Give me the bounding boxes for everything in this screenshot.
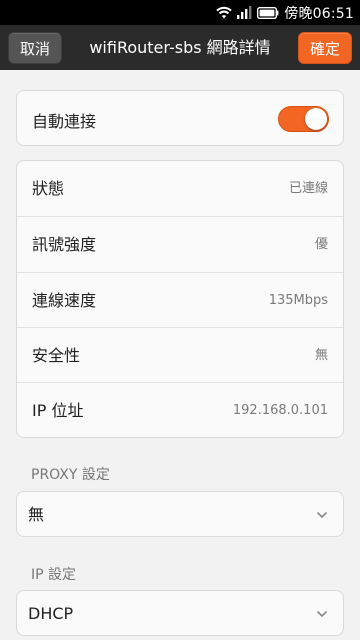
title-bar: 取消 wifiRouter-sbs 網路詳情 確定	[0, 25, 360, 70]
chevron-down-icon	[317, 512, 327, 518]
proxy-select-value: 無	[28, 505, 45, 524]
ip-address-label: IP 位址	[32, 401, 84, 420]
toggle-knob	[305, 108, 327, 130]
cancel-button[interactable]: 取消	[8, 32, 62, 64]
security-label: 安全性	[32, 346, 81, 365]
status-time: 傍晚06:51	[284, 5, 354, 22]
auto-connect-toggle[interactable]	[278, 106, 329, 132]
confirm-button[interactable]: 確定	[298, 32, 352, 64]
status-row: 狀態 已連線	[17, 161, 343, 216]
ip-address-row: IP 位址 192.168.0.101	[17, 382, 343, 437]
auto-connect-card: 自動連接	[16, 90, 344, 146]
link-speed-value: 135Mbps	[268, 293, 328, 308]
signal-strength-row: 訊號強度 優	[17, 216, 343, 271]
auto-connect-label: 自動連接	[32, 112, 97, 131]
wifi-icon	[216, 6, 232, 19]
network-info-card: 狀態 已連線 訊號強度 優 連線速度 135Mbps 安全性 無 IP 位址 1…	[16, 160, 344, 438]
status-label: 狀態	[32, 179, 65, 198]
battery-icon	[257, 6, 279, 19]
security-row: 安全性 無	[17, 327, 343, 382]
link-speed-row: 連線速度 135Mbps	[17, 272, 343, 327]
signal-icon	[237, 6, 252, 19]
proxy-section-label: PROXY 設定	[31, 467, 110, 483]
signal-strength-label: 訊號強度	[32, 235, 97, 254]
proxy-select[interactable]: 無	[16, 491, 344, 537]
ip-address-value: 192.168.0.101	[232, 403, 328, 418]
link-speed-label: 連線速度	[32, 291, 97, 310]
status-icons: 傍晚06:51	[216, 3, 354, 22]
security-value: 無	[314, 348, 328, 363]
status-value: 已連線	[288, 181, 328, 196]
ip-settings-select-value: DHCP	[28, 604, 74, 623]
signal-strength-value: 優	[314, 237, 328, 252]
ip-settings-select[interactable]: DHCP	[16, 590, 344, 636]
status-bar: 傍晚06:51	[0, 0, 360, 25]
page-title: wifiRouter-sbs 網路詳情	[89, 38, 271, 57]
chevron-down-icon	[317, 611, 327, 617]
ip-settings-section-label: IP 設定	[31, 567, 77, 583]
